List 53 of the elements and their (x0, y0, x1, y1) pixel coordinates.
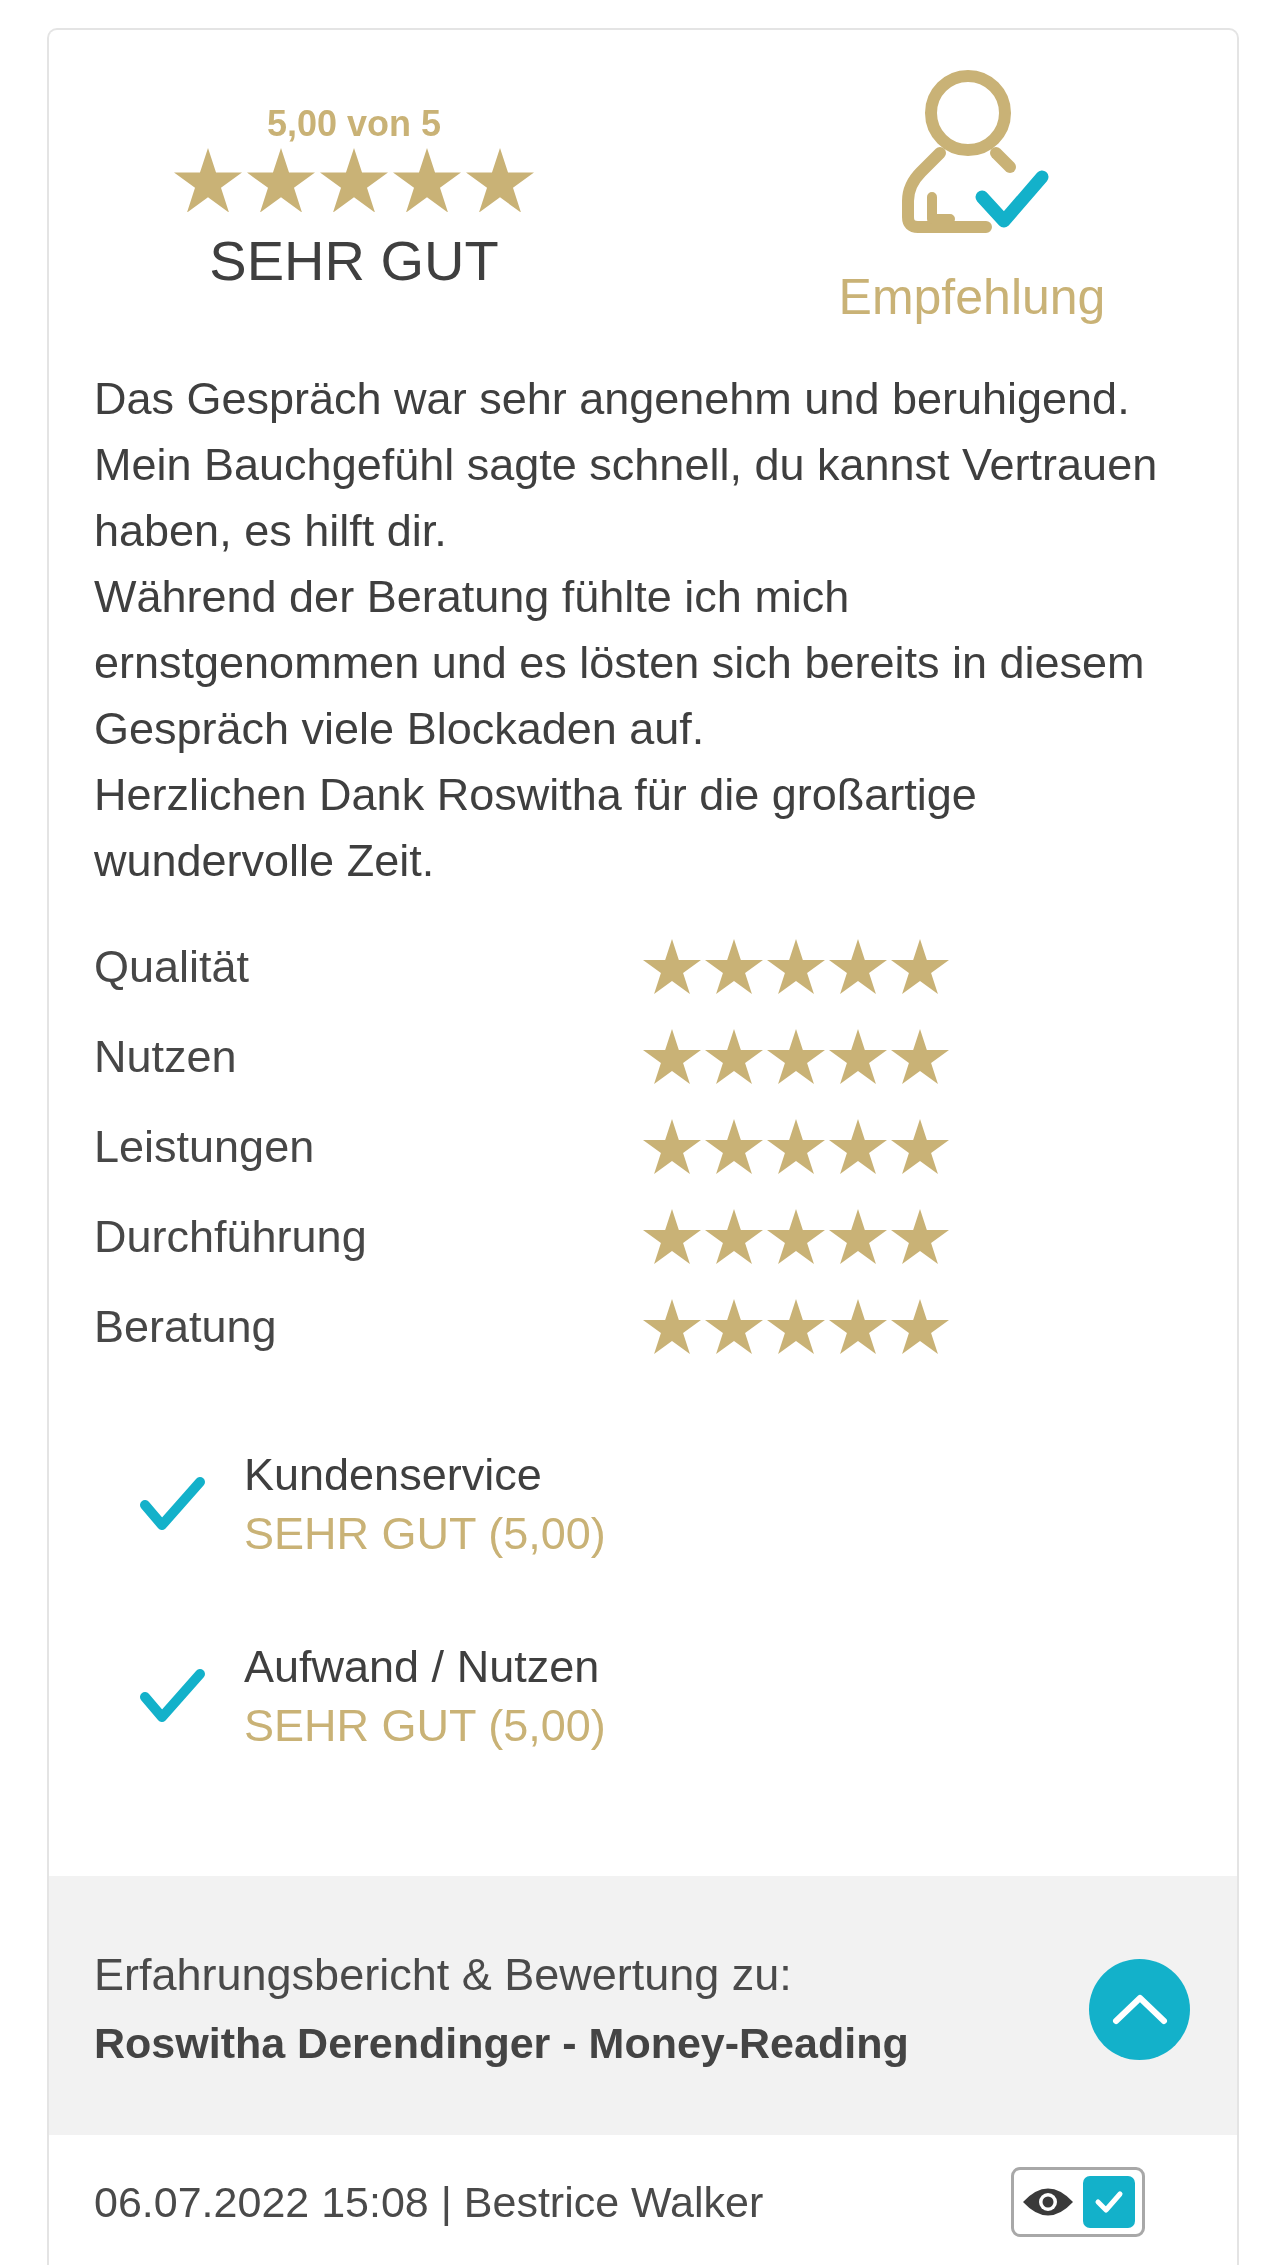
highlight-title: Aufwand / Nutzen (244, 1640, 600, 1694)
star-icon (174, 147, 242, 213)
star-icon (767, 1209, 825, 1265)
star-icon (891, 1119, 949, 1175)
recommendation-label: Empfehlung (838, 268, 1106, 327)
criterion-label: Beratung (94, 1300, 277, 1354)
eye-icon (1022, 2187, 1074, 2217)
check-icon (139, 1667, 206, 1725)
star-icon (891, 939, 949, 995)
star-icon (829, 1209, 887, 1265)
star-icon (643, 1209, 701, 1265)
check-icon (139, 1475, 206, 1533)
star-icon (829, 939, 887, 995)
check-icon (1094, 2190, 1124, 2214)
score-text: 5,00 von 5 (266, 102, 442, 146)
star-icon (705, 1029, 763, 1085)
star-icon (705, 1119, 763, 1175)
star-icon (891, 1299, 949, 1355)
verdict-text: SEHR GUT (209, 229, 499, 293)
star-icon (891, 1209, 949, 1265)
checkbox[interactable] (1083, 2176, 1135, 2228)
star-icon (767, 1029, 825, 1085)
byline-text: 06.07.2022 15:08 | Bestrice Walker (94, 2177, 764, 2228)
star-icon (320, 147, 388, 213)
star-icon (829, 1119, 887, 1175)
highlight-verdict: SEHR GUT (5,00) (244, 1507, 606, 1561)
star-icon (247, 147, 315, 213)
criterion-label: Qualität (94, 940, 250, 994)
star-icon (767, 1299, 825, 1355)
review-text: Das Gespräch war sehr angenehm und beruhigend. Mein Bauchgefühl sagte schnell, du kannst Vertrauen haben, es hilft dir. Während der Beratung fühlte ich mich ernstgenommen und es lösten sich bereits in diesem Gespräch viele Blockaden auf. Herzlichen Dank Roswitha für die großartige wundervolle Zeit. (94, 372, 1159, 888)
star-icon (643, 939, 701, 995)
star-icon (643, 1029, 701, 1085)
star-icon (891, 1029, 949, 1085)
highlight-verdict: SEHR GUT (5,00) (244, 1699, 606, 1753)
star-icon (705, 1299, 763, 1355)
star-icon (829, 1299, 887, 1355)
star-icon (466, 147, 534, 213)
star-icon (705, 939, 763, 995)
star-icon (393, 147, 461, 213)
info-subject: Roswitha Derendinger - Money-Reading (94, 2018, 909, 2069)
star-icon (705, 1209, 763, 1265)
star-icon (829, 1029, 887, 1085)
criterion-label: Nutzen (94, 1030, 237, 1084)
visibility-toggle[interactable] (1011, 2167, 1145, 2237)
criterion-label: Durchführung (94, 1210, 367, 1264)
highlight-title: Kundenservice (244, 1448, 542, 1502)
star-icon (643, 1119, 701, 1175)
info-intro: Erfahrungsbericht & Bewertung zu: (94, 1948, 792, 2002)
star-icon (767, 1119, 825, 1175)
star-icon (767, 939, 825, 995)
chevron-up-icon (1111, 1993, 1168, 2025)
criterion-label: Leistungen (94, 1120, 315, 1174)
star-icon (643, 1299, 701, 1355)
